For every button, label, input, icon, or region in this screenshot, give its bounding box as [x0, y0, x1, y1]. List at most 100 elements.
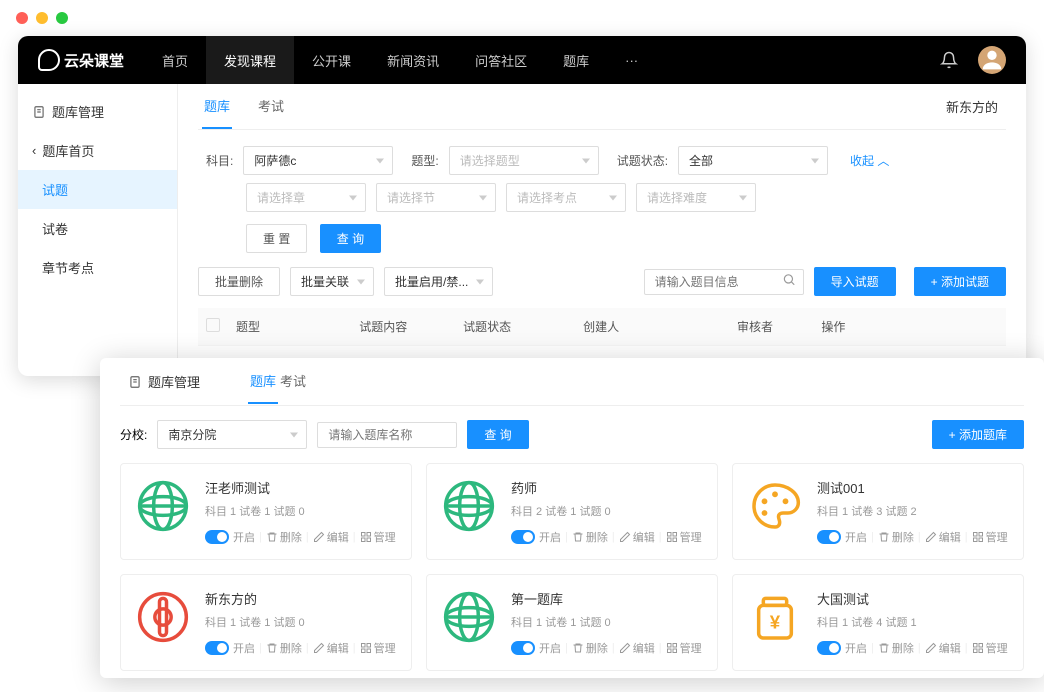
card-manage[interactable]: 管理 [666, 529, 702, 545]
w2-tab-bank[interactable]: 题库 [248, 359, 278, 404]
section-select[interactable]: 请选择节 [376, 183, 496, 212]
bulk-toolbar: 批量删除 批量关联 批量启用/禁... 导入试题 + 添加试题 [198, 267, 1006, 296]
card-ops: 开启 | 删除 | 编辑 | 管理 [205, 640, 397, 656]
reset-button[interactable]: 重 置 [246, 224, 307, 253]
nav-open-class[interactable]: 公开课 [294, 36, 369, 84]
th-status: 试题状态 [455, 308, 575, 346]
nav-more[interactable]: ··· [607, 36, 656, 84]
search-input[interactable] [644, 269, 804, 295]
th-type: 题型 [228, 308, 351, 346]
card-delete[interactable]: 删除 [572, 640, 608, 656]
card-edit[interactable]: 编辑 [619, 640, 655, 656]
enable-toggle[interactable] [205, 641, 229, 655]
card-meta: 科目 1 试卷 4 试题 1 [817, 614, 1009, 630]
import-button[interactable]: 导入试题 [814, 267, 896, 296]
bank-card[interactable]: ¥ 大国测试 科目 1 试卷 4 试题 1 开启 | 删除 | 编辑 | 管理 [732, 574, 1024, 671]
card-edit[interactable]: 编辑 [313, 640, 349, 656]
card-manage[interactable]: 管理 [360, 640, 396, 656]
w2-query-button[interactable]: 查 询 [467, 420, 528, 449]
sidebar-item-papers[interactable]: 试卷 [18, 209, 177, 248]
sidebar-item-chapters[interactable]: 章节考点 [18, 248, 177, 287]
status-select[interactable]: 全部 [678, 146, 828, 175]
type-label: 题型: [411, 152, 438, 169]
nav-discover[interactable]: 发现课程 [206, 36, 294, 84]
card-icon: ¥ [747, 589, 803, 645]
nav-bank[interactable]: 题库 [545, 36, 607, 84]
search-icon[interactable] [782, 272, 796, 291]
content-tabs: 题库 考试 新东方的 [198, 84, 1006, 130]
card-icon [747, 478, 803, 534]
bank-search-input[interactable] [317, 422, 457, 448]
question-bank-window: 云朵课堂 首页 发现课程 公开课 新闻资讯 问答社区 题库 ··· 题库管理 ‹… [18, 36, 1026, 376]
bank-card[interactable]: 第一题库 科目 1 试卷 1 试题 0 开启 | 删除 | 编辑 | 管理 [426, 574, 718, 671]
doc-icon [32, 105, 46, 119]
type-select[interactable]: 请选择题型 [449, 146, 599, 175]
top-nav: 云朵课堂 首页 发现课程 公开课 新闻资讯 问答社区 题库 ··· [18, 36, 1026, 84]
enable-toggle[interactable] [817, 530, 841, 544]
collapse-toggle[interactable]: 收起 ︿ [850, 152, 889, 169]
chapter-select[interactable]: 请选择章 [246, 183, 366, 212]
logo[interactable]: 云朵课堂 [38, 49, 124, 71]
card-manage[interactable]: 管理 [972, 529, 1008, 545]
card-edit[interactable]: 编辑 [925, 529, 961, 545]
th-reviewer: 审核者 [729, 308, 813, 346]
card-delete[interactable]: 删除 [878, 640, 914, 656]
card-manage[interactable]: 管理 [972, 640, 1008, 656]
enable-toggle[interactable] [511, 641, 535, 655]
difficulty-select[interactable]: 请选择难度 [636, 183, 756, 212]
th-creator: 创建人 [575, 308, 729, 346]
card-manage[interactable]: 管理 [666, 640, 702, 656]
sidebar-title: 题库管理 [18, 92, 177, 131]
card-delete[interactable]: 删除 [266, 529, 302, 545]
main-content: 题库 考试 新东方的 科目: 阿萨德c 题型: 请选择题型 试题状态: 全部 收… [178, 84, 1026, 376]
svg-text:¥: ¥ [770, 612, 781, 633]
nav-qa[interactable]: 问答社区 [457, 36, 545, 84]
bulk-delete-button[interactable]: 批量删除 [198, 267, 280, 296]
enable-label: 开启 [233, 640, 255, 656]
nav-home[interactable]: 首页 [144, 36, 206, 84]
add-question-button[interactable]: + 添加试题 [914, 267, 1006, 296]
bulk-enable-select[interactable]: 批量启用/禁... [384, 267, 493, 296]
bulk-relate-select[interactable]: 批量关联 [290, 267, 374, 296]
card-ops: 开启 | 删除 | 编辑 | 管理 [817, 640, 1009, 656]
bell-icon[interactable] [940, 51, 958, 69]
user-avatar[interactable] [978, 46, 1006, 74]
subject-label: 科目: [206, 152, 233, 169]
enable-toggle[interactable] [817, 641, 841, 655]
enable-toggle[interactable] [511, 530, 535, 544]
card-delete[interactable]: 删除 [572, 529, 608, 545]
select-all-checkbox[interactable] [206, 318, 220, 332]
bank-card[interactable]: 新东方的 科目 1 试卷 1 试题 0 开启 | 删除 | 编辑 | 管理 [120, 574, 412, 671]
card-icon [441, 478, 497, 534]
point-select[interactable]: 请选择考点 [506, 183, 626, 212]
search-wrap [644, 269, 804, 295]
sidebar-back[interactable]: ‹ 题库首页 [18, 131, 177, 170]
card-meta: 科目 1 试卷 1 试题 0 [205, 614, 397, 630]
query-button[interactable]: 查 询 [320, 224, 381, 253]
card-edit[interactable]: 编辑 [313, 529, 349, 545]
bank-card[interactable]: 药师 科目 2 试卷 1 试题 0 开启 | 删除 | 编辑 | 管理 [426, 463, 718, 560]
card-ops: 开启 | 删除 | 编辑 | 管理 [511, 640, 703, 656]
branch-label: 分校: [120, 426, 147, 443]
enable-label: 开启 [539, 529, 561, 545]
subject-select[interactable]: 阿萨德c [243, 146, 393, 175]
card-delete[interactable]: 删除 [878, 529, 914, 545]
card-edit[interactable]: 编辑 [925, 640, 961, 656]
tab-bank[interactable]: 题库 [202, 84, 232, 129]
bank-card[interactable]: 测试001 科目 1 试卷 3 试题 2 开启 | 删除 | 编辑 | 管理 [732, 463, 1024, 560]
sidebar: 题库管理 ‹ 题库首页 试题 试卷 章节考点 [18, 84, 178, 376]
card-delete[interactable]: 删除 [266, 640, 302, 656]
w2-tab-exam[interactable]: 考试 [278, 359, 308, 404]
card-title: 新东方的 [205, 589, 397, 608]
card-manage[interactable]: 管理 [360, 529, 396, 545]
add-bank-button[interactable]: + 添加题库 [932, 420, 1024, 449]
card-edit[interactable]: 编辑 [619, 529, 655, 545]
tab-exam[interactable]: 考试 [256, 84, 286, 129]
branch-select[interactable]: 南京分院 [157, 420, 307, 449]
bank-card[interactable]: 汪老师测试 科目 1 试卷 1 试题 0 开启 | 删除 | 编辑 | 管理 [120, 463, 412, 560]
nav-news[interactable]: 新闻资讯 [369, 36, 457, 84]
logo-text: 云朵课堂 [64, 50, 124, 71]
sidebar-item-questions[interactable]: 试题 [18, 170, 177, 209]
enable-label: 开启 [845, 640, 867, 656]
enable-toggle[interactable] [205, 530, 229, 544]
